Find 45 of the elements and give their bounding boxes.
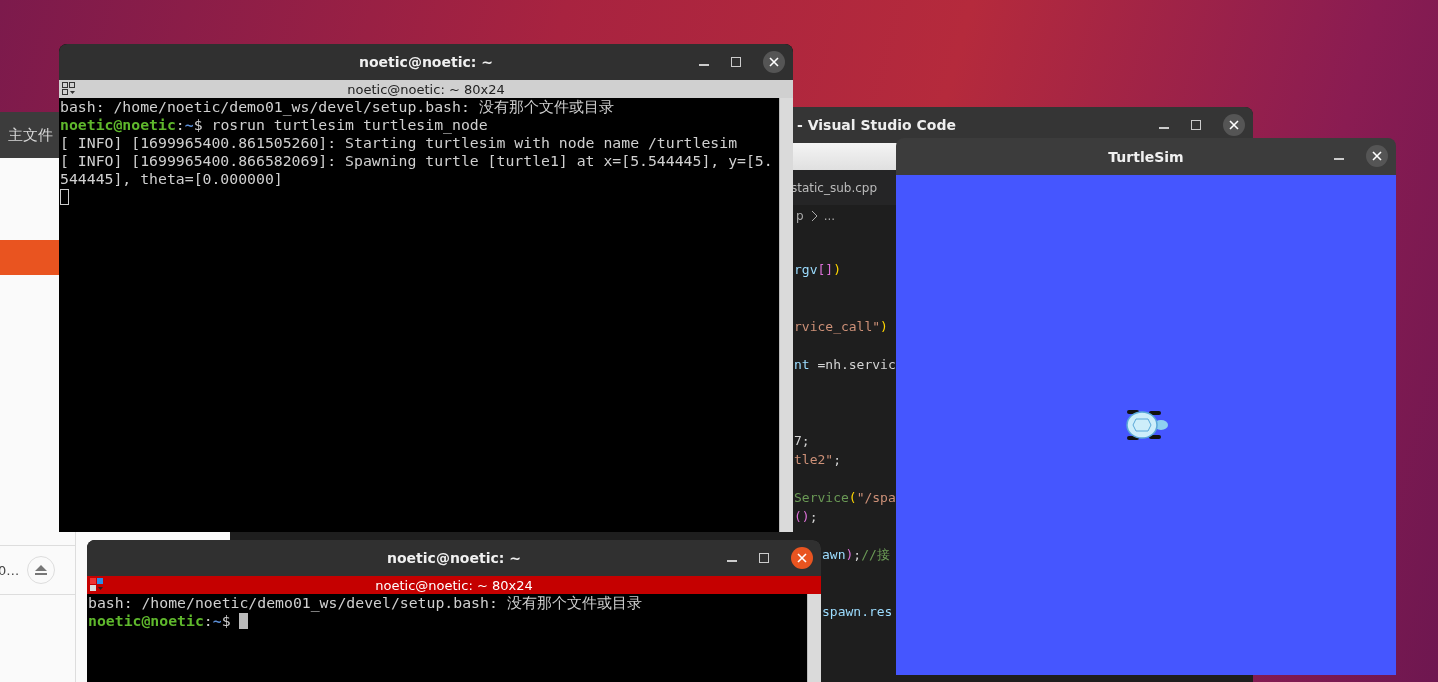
terminal-text: [ INFO] [1699965400.861505260]: Starting turtlesim with node name /turtlesim — [60, 134, 738, 152]
maximize-icon[interactable] — [759, 553, 769, 563]
window-title: noetic@noetic: ~ — [387, 550, 521, 566]
terminal-text: $ rosrun turtlesim turtlesim_node — [193, 116, 488, 134]
maximize-icon[interactable] — [1191, 120, 1201, 130]
code-line: awn);//接 — [822, 547, 890, 562]
prompt-user: noetic@noetic — [88, 612, 204, 630]
turtle-icon — [1123, 407, 1169, 443]
grid-icon[interactable] — [62, 82, 76, 96]
scrollbar[interactable] — [779, 98, 793, 532]
breadcrumb-item[interactable]: p — [796, 209, 804, 223]
code-line: rvice_call") — [794, 319, 888, 334]
terminal-text: bash: /home/noetic/demo01_ws/devel/setup.bash: 没有那个文件或目录 — [88, 594, 642, 612]
terminal-text: : — [203, 612, 213, 630]
close-icon[interactable] — [791, 547, 813, 569]
code-line: spawn.res — [822, 604, 893, 619]
terminal-text: bash: /home/noetic/demo01_ws/devel/setup.bash: 没有那个文件或目录 — [60, 98, 614, 116]
code-line: 7; — [794, 433, 810, 448]
prompt-user: noetic@noetic — [60, 116, 176, 134]
window-title: noetic@noetic: ~ — [359, 54, 493, 70]
editor-tab[interactable]: static_sub.cpp — [791, 180, 878, 195]
code-line: Service("/spa — [794, 490, 896, 505]
chevron-icon — [809, 210, 818, 222]
code-line: nt =nh.servic — [794, 357, 896, 372]
code-line: (); — [794, 509, 818, 524]
close-icon[interactable] — [763, 51, 785, 73]
code-line: rgv[]) — [794, 262, 841, 277]
grid-icon[interactable] — [90, 578, 104, 592]
code-line: tle2"; — [794, 452, 841, 467]
maximize-icon[interactable] — [731, 57, 741, 67]
window-title: - Visual Studio Code — [797, 117, 956, 133]
prompt-path: ~ — [184, 116, 194, 134]
terminal-text: $ — [221, 612, 232, 630]
prompt-path: ~ — [212, 612, 222, 630]
window-title: 主文件 — [8, 125, 53, 145]
terminal-text: : — [175, 116, 185, 134]
scrollbar[interactable] — [807, 594, 821, 682]
terminal-size-label: noetic@noetic: ~ 80x24 — [347, 81, 505, 97]
window-title: TurtleSim — [1108, 148, 1184, 165]
breadcrumb-item[interactable]: ... — [823, 209, 836, 223]
close-icon[interactable] — [1223, 114, 1245, 136]
terminal-text: [ INFO] [1699965400.866582069]: Spawning turtle [turtle1] at x=[5.544445], y=[5. — [60, 152, 773, 170]
close-icon[interactable] — [1366, 145, 1388, 167]
terminal-text: 544445], theta=[0.000000] — [60, 170, 283, 188]
terminal-size-label: noetic@noetic: ~ 80x24 — [375, 577, 533, 593]
